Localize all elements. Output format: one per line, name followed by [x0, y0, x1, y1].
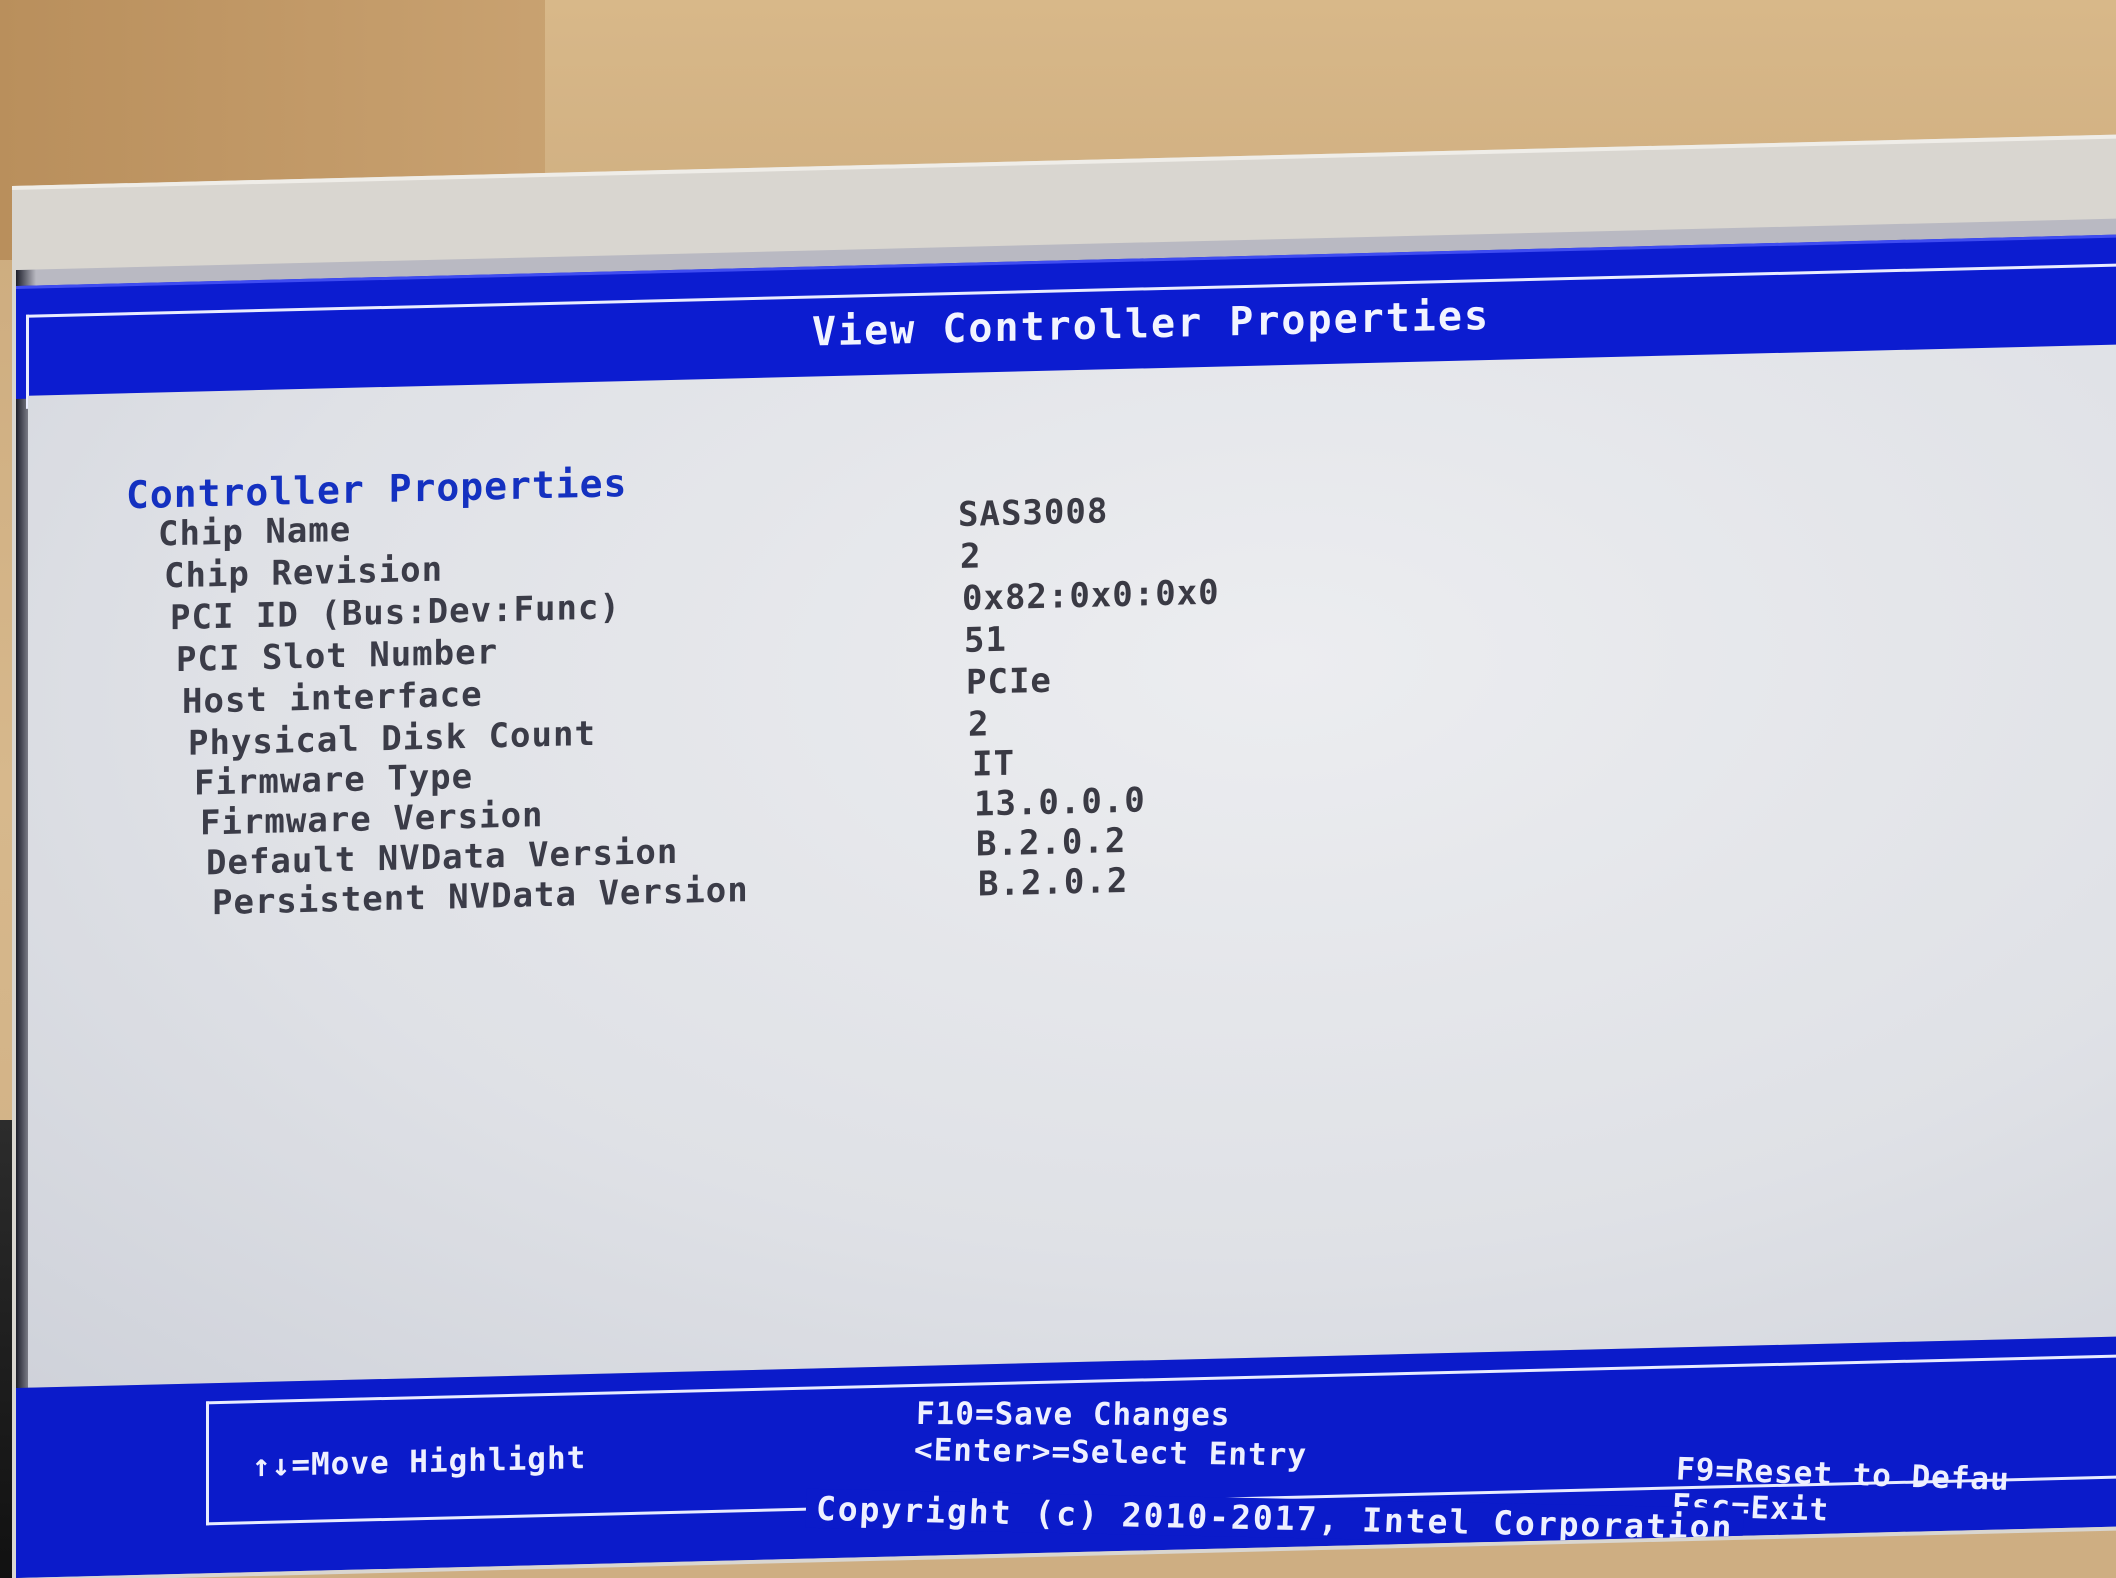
- select-entry-hint: <Enter>=Select Entry: [913, 1432, 1308, 1474]
- property-value: 2: [968, 704, 990, 745]
- property-value: B.2.0.2: [978, 860, 1129, 905]
- property-value: SAS3008: [958, 491, 1109, 535]
- property-value: IT: [972, 743, 1015, 785]
- property-value: B.2.0.2: [976, 820, 1127, 865]
- bios-screen: View Controller Properties Controller Pr…: [16, 218, 2116, 1578]
- property-label: Chip Revision: [164, 549, 444, 597]
- property-label: Firmware Type: [194, 756, 474, 804]
- property-value: 0x82:0x0:0x0: [962, 572, 1220, 619]
- property-label: Host interface: [182, 674, 483, 722]
- properties-panel: Controller Properties Chip Name SAS3008 …: [28, 344, 2116, 1388]
- property-value: 51: [964, 619, 1007, 661]
- property-label: Chip Name: [158, 509, 352, 555]
- property-value: PCIe: [966, 660, 1052, 703]
- photo-scene: View Controller Properties Controller Pr…: [0, 0, 2116, 1578]
- save-changes-hint: F10=Save Changes: [915, 1395, 1232, 1434]
- property-label: PCI Slot Number: [176, 632, 499, 681]
- property-value: 13.0.0.0: [974, 780, 1146, 825]
- property-value: 2: [960, 536, 982, 577]
